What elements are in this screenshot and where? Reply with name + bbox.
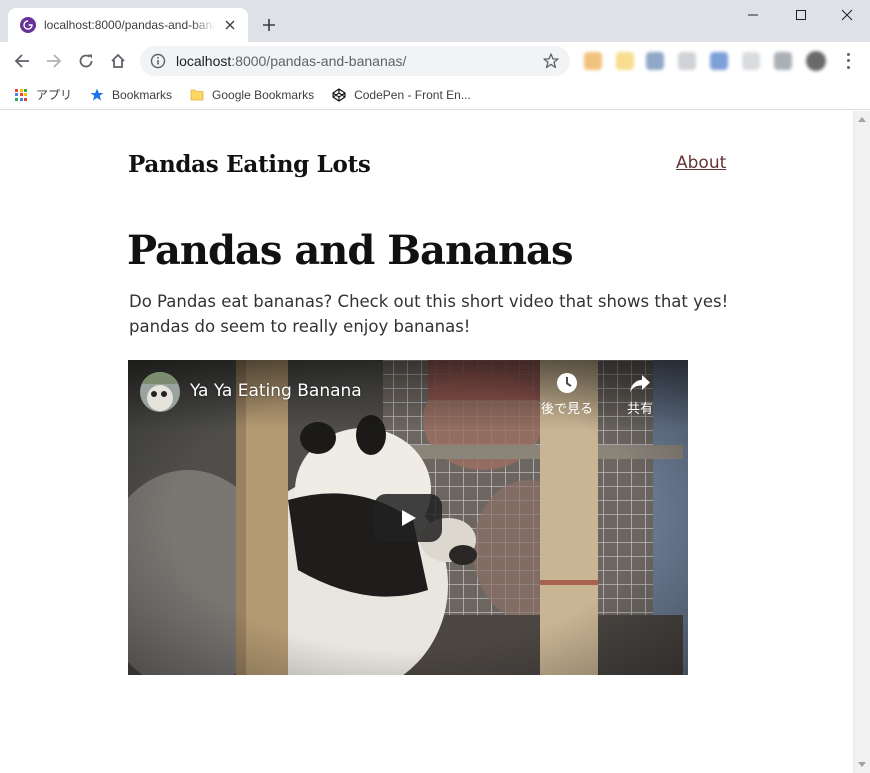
bookmark-star-icon[interactable] <box>542 52 560 70</box>
share-button[interactable]: 共有 <box>627 372 653 417</box>
extension-icon[interactable] <box>678 52 696 70</box>
page-scrollbar[interactable] <box>853 111 870 773</box>
watch-later-button[interactable]: 後で見る <box>541 372 593 417</box>
site-info-icon[interactable] <box>150 53 166 69</box>
apps-grid-icon <box>14 88 28 102</box>
profile-avatar[interactable] <box>806 51 826 71</box>
site-title[interactable]: Pandas Eating Lots <box>128 151 371 178</box>
minimize-icon[interactable] <box>730 0 776 30</box>
extension-icon[interactable] <box>616 52 634 70</box>
extension-icon[interactable] <box>646 52 664 70</box>
extension-icon[interactable] <box>710 52 728 70</box>
bookmarks-bar: アプリ Bookmarks Google Bookmarks CodePen -… <box>0 80 870 110</box>
page-viewport: Pandas Eating Lots About Pandas and Bana… <box>0 111 853 773</box>
bookmark-bookmarks[interactable]: Bookmarks <box>90 88 172 102</box>
extension-icon[interactable] <box>742 52 760 70</box>
bookmark-google-bookmarks[interactable]: Google Bookmarks <box>190 88 314 102</box>
share-label: 共有 <box>627 402 654 417</box>
close-tab-icon[interactable] <box>222 17 238 33</box>
tab-title: localhost:8000/pandas-and-bananas/ <box>44 18 216 32</box>
browser-toolbar: localhost:8000/pandas-and-bananas/ <box>0 42 870 80</box>
close-window-icon[interactable] <box>824 0 870 30</box>
about-link[interactable]: About <box>676 153 726 173</box>
reload-icon[interactable] <box>74 49 98 73</box>
page-description: Do Pandas eat bananas? Check out this sh… <box>129 292 729 336</box>
scroll-up-icon[interactable] <box>858 117 866 122</box>
share-icon <box>630 375 650 392</box>
extension-icon[interactable] <box>584 52 602 70</box>
play-button[interactable] <box>374 494 442 542</box>
channel-avatar[interactable] <box>140 372 180 412</box>
tab-strip: localhost:8000/pandas-and-bananas/ <box>0 0 870 42</box>
play-icon <box>402 510 416 526</box>
bookmark-label: Google Bookmarks <box>212 87 315 102</box>
new-tab-icon[interactable] <box>258 14 280 36</box>
bookmark-label: Bookmarks <box>112 87 173 102</box>
back-icon[interactable] <box>10 49 34 73</box>
extension-icon[interactable] <box>774 52 792 70</box>
page-title: Pandas and Bananas <box>127 227 573 274</box>
scroll-down-icon[interactable] <box>858 762 866 767</box>
address-bar[interactable]: localhost:8000/pandas-and-bananas/ <box>140 46 570 76</box>
bookmark-label: CodePen - Front En... <box>354 87 471 102</box>
browser-menu-icon[interactable] <box>840 51 856 71</box>
home-icon[interactable] <box>106 49 130 73</box>
gatsby-favicon-icon <box>20 17 36 33</box>
clock-icon <box>557 373 577 393</box>
codepen-icon <box>332 87 346 102</box>
bookmark-codepen[interactable]: CodePen - Front En... <box>332 88 471 102</box>
browser-tab[interactable]: localhost:8000/pandas-and-bananas/ <box>8 8 248 42</box>
bookmark-label: アプリ <box>36 88 73 102</box>
maximize-icon[interactable] <box>778 0 824 30</box>
youtube-video-embed[interactable]: Ya Ya Eating Banana 後で見る 共有 <box>128 360 688 675</box>
watch-later-label: 後で見る <box>541 402 594 417</box>
star-icon <box>90 88 104 102</box>
url-text: localhost:8000/pandas-and-bananas/ <box>176 53 407 69</box>
folder-icon <box>190 88 204 102</box>
video-title[interactable]: Ya Ya Eating Banana <box>190 381 362 401</box>
bookmark-apps[interactable]: アプリ <box>14 86 72 103</box>
forward-icon[interactable] <box>42 49 66 73</box>
